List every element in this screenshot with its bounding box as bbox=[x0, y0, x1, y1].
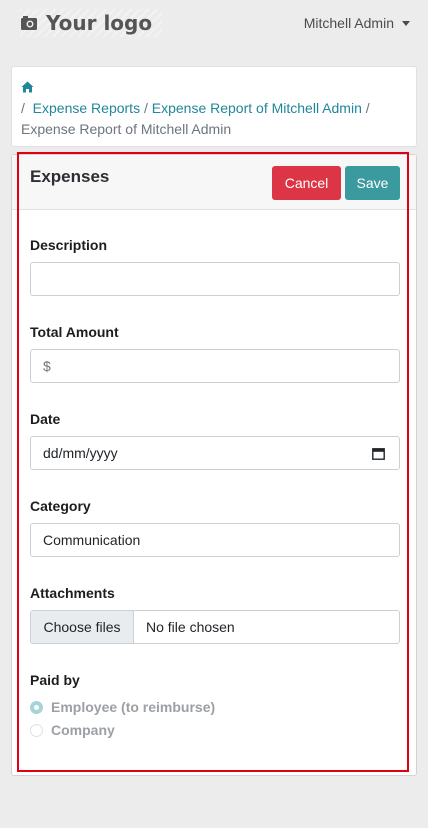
home-icon[interactable] bbox=[21, 81, 34, 93]
paid-by-label: Paid by bbox=[30, 672, 80, 688]
breadcrumb-separator: / bbox=[365, 100, 370, 116]
top-navbar: Your logo Mitchell Admin bbox=[0, 0, 428, 50]
caret-down-icon bbox=[402, 20, 410, 26]
date-label: Date bbox=[30, 411, 61, 427]
choose-files-button[interactable]: Choose files bbox=[31, 611, 134, 643]
radio-company[interactable] bbox=[30, 723, 43, 737]
breadcrumb-expense-report-link[interactable]: Expense Report of Mitchell Admin bbox=[152, 100, 362, 116]
file-status: No file chosen bbox=[146, 619, 235, 635]
calendar-icon[interactable] bbox=[372, 447, 385, 460]
radio-employee-label: Employee (to reimburse) bbox=[51, 699, 216, 715]
save-button[interactable]: Save bbox=[345, 166, 400, 200]
camera-icon bbox=[21, 16, 37, 30]
category-value: Communication bbox=[43, 532, 141, 548]
breadcrumb-separator: / bbox=[21, 100, 25, 116]
form-header: Expenses Cancel Save bbox=[12, 155, 416, 210]
form-title: Expenses bbox=[30, 167, 110, 186]
paid-by-option-employee[interactable]: Employee (to reimburse) bbox=[30, 699, 215, 715]
description-label: Description bbox=[30, 237, 108, 253]
date-placeholder: dd/mm/yyyy bbox=[43, 445, 118, 461]
attachments-file-input[interactable]: Choose files No file chosen bbox=[30, 610, 400, 644]
user-menu-dropdown[interactable]: Mitchell Admin bbox=[304, 15, 410, 31]
breadcrumb-separator: / bbox=[143, 100, 148, 116]
date-input[interactable]: dd/mm/yyyy bbox=[30, 436, 400, 470]
radio-company-label: Company bbox=[51, 722, 115, 738]
total-amount-label: Total Amount bbox=[30, 324, 119, 340]
site-logo[interactable]: Your logo bbox=[20, 9, 163, 37]
cancel-button[interactable]: Cancel bbox=[272, 166, 341, 200]
category-select[interactable]: Communication bbox=[30, 523, 400, 557]
logo-text: Your logo bbox=[46, 11, 153, 35]
paid-by-option-company[interactable]: Company bbox=[30, 722, 115, 738]
description-input[interactable] bbox=[30, 262, 400, 296]
breadcrumb-current: Expense Report of Mitchell Admin bbox=[21, 121, 232, 137]
expense-form-card: Expenses Cancel Save Description Total A… bbox=[11, 154, 417, 776]
total-amount-input[interactable]: $ bbox=[30, 349, 400, 383]
attachments-label: Attachments bbox=[30, 585, 115, 601]
breadcrumb-expense-reports[interactable]: Expense Reports bbox=[33, 100, 140, 116]
category-label: Category bbox=[30, 498, 91, 514]
total-amount-placeholder: $ bbox=[43, 358, 51, 374]
breadcrumb: / Expense Reports / Expense Report of Mi… bbox=[11, 66, 417, 147]
user-name: Mitchell Admin bbox=[303, 15, 394, 31]
radio-employee[interactable] bbox=[30, 700, 43, 714]
